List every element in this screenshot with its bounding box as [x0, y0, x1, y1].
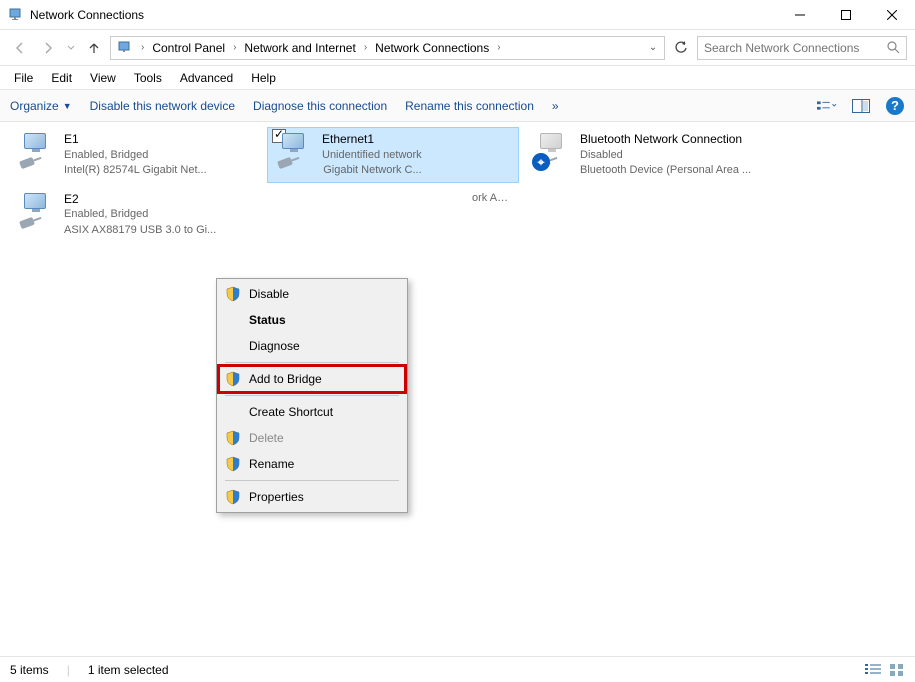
connection-status: Enabled, Bridged	[64, 207, 216, 222]
breadcrumb-network-connections[interactable]: Network Connections	[371, 37, 493, 59]
up-button[interactable]	[82, 36, 106, 60]
view-options-icon[interactable]	[817, 96, 837, 116]
separator	[225, 362, 399, 363]
status-selected: 1 item selected	[88, 663, 169, 677]
connection-status: Disabled	[580, 148, 751, 163]
ctx-add-to-bridge[interactable]: Add to Bridge	[219, 366, 405, 392]
chevron-right-icon: ›	[362, 42, 369, 53]
separator	[225, 395, 399, 396]
breadcrumb-control-panel[interactable]: Control Panel	[148, 37, 229, 59]
large-icons-view-icon[interactable]	[889, 663, 905, 677]
search-icon	[887, 41, 900, 54]
titlebar: Network Connections	[0, 0, 915, 30]
ctx-status[interactable]: Status	[219, 307, 405, 333]
connection-status: Unidentified network	[322, 148, 422, 163]
chevron-right-icon: ›	[231, 42, 238, 53]
chevron-down-icon: ▼	[63, 101, 72, 111]
address-bar[interactable]: › Control Panel › Network and Internet ›…	[110, 36, 665, 60]
connection-device: Gigabit Network C...	[322, 163, 422, 178]
menu-file[interactable]: File	[6, 69, 41, 87]
shield-icon	[225, 489, 241, 505]
menubar: File Edit View Tools Advanced Help	[0, 66, 915, 90]
toolbar-more[interactable]: »	[552, 99, 559, 113]
statusbar: 5 items | 1 item selected	[0, 656, 915, 682]
chevron-right-icon: ›	[139, 42, 146, 53]
toolbar-organize[interactable]: Organize ▼	[10, 99, 72, 113]
bluetooth-icon: ⌖	[532, 153, 550, 171]
window-title: Network Connections	[30, 8, 777, 22]
separator	[225, 480, 399, 481]
connection-ethernet1[interactable]: Ethernet1 Unidentified network Gigabit N…	[268, 128, 518, 182]
close-button[interactable]	[869, 0, 915, 30]
connection-bluetooth[interactable]: ⌖ Bluetooth Network Connection Disabled …	[526, 128, 776, 182]
recent-dropdown[interactable]	[64, 36, 78, 60]
breadcrumb-network-internet[interactable]: Network and Internet	[240, 37, 359, 59]
toolbar-diagnose[interactable]: Diagnose this connection	[253, 99, 387, 113]
connection-name: E2	[64, 191, 216, 208]
search-box[interactable]	[697, 36, 907, 60]
address-dropdown[interactable]: ⌄	[644, 42, 662, 53]
ctx-rename[interactable]: Rename	[219, 451, 405, 477]
preview-pane-icon[interactable]	[851, 96, 871, 116]
maximize-button[interactable]	[823, 0, 869, 30]
shield-icon	[225, 456, 241, 472]
shield-icon	[225, 371, 241, 387]
help-icon[interactable]: ?	[885, 96, 905, 116]
menu-view[interactable]: View	[82, 69, 124, 87]
menu-edit[interactable]: Edit	[43, 69, 80, 87]
forward-button[interactable]	[36, 36, 60, 60]
chevron-right-icon: ›	[495, 42, 502, 53]
connection-device: Bluetooth Device (Personal Area ...	[580, 163, 751, 178]
breadcrumb-root-icon[interactable]	[113, 40, 137, 56]
adapter-icon: ⌖	[532, 131, 572, 171]
connection-e1[interactable]: E1 Enabled, Bridged Intel(R) 82574L Giga…	[10, 128, 260, 182]
connection-device: ork Adapter Multi...	[472, 191, 512, 206]
shield-icon	[225, 286, 241, 302]
back-button[interactable]	[8, 36, 32, 60]
menu-help[interactable]: Help	[243, 69, 284, 87]
context-menu: Disable Status Diagnose Add to Bridge Cr…	[216, 278, 408, 513]
content-area[interactable]: E1 Enabled, Bridged Intel(R) 82574L Giga…	[0, 122, 915, 656]
connection-status: Enabled, Bridged	[64, 148, 207, 163]
toolbar-rename[interactable]: Rename this connection	[405, 99, 534, 113]
ctx-delete: Delete	[219, 425, 405, 451]
ctx-create-shortcut[interactable]: Create Shortcut	[219, 399, 405, 425]
ctx-diagnose[interactable]: Diagnose	[219, 333, 405, 359]
search-input[interactable]	[704, 41, 887, 55]
toolbar-disable[interactable]: Disable this network device	[90, 99, 235, 113]
status-count: 5 items	[10, 663, 49, 677]
address-row: › Control Panel › Network and Internet ›…	[0, 30, 915, 66]
toolbar: Organize ▼ Disable this network device D…	[0, 90, 915, 122]
shield-icon	[225, 430, 241, 446]
connection-name: Ethernet1	[322, 131, 422, 148]
app-icon	[8, 7, 24, 23]
menu-advanced[interactable]: Advanced	[172, 69, 241, 87]
minimize-button[interactable]	[777, 0, 823, 30]
adapter-icon	[16, 131, 56, 171]
refresh-button[interactable]	[669, 37, 693, 59]
ctx-properties[interactable]: Properties	[219, 484, 405, 510]
details-view-icon[interactable]	[865, 663, 881, 677]
menu-tools[interactable]: Tools	[126, 69, 170, 87]
connection-name: E1	[64, 131, 207, 148]
connection-device: Intel(R) 82574L Gigabit Net...	[64, 163, 207, 178]
connection-e2[interactable]: E2 Enabled, Bridged ASIX AX88179 USB 3.0…	[10, 188, 260, 242]
adapter-icon	[274, 131, 314, 171]
adapter-icon	[16, 191, 56, 231]
connection-bridge[interactable]: ork Adapter Multi...	[268, 188, 518, 242]
ctx-disable[interactable]: Disable	[219, 281, 405, 307]
connection-name: Bluetooth Network Connection	[580, 131, 751, 148]
connection-device: ASIX AX88179 USB 3.0 to Gi...	[64, 223, 216, 238]
